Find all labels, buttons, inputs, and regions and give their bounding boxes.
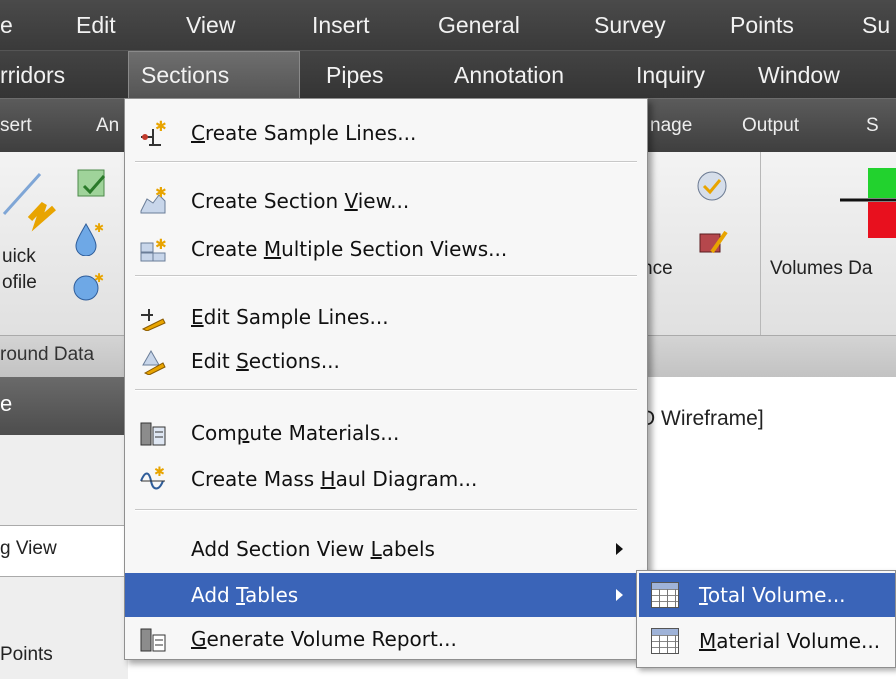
menu-item-label: Create Multiple Section Views... xyxy=(191,237,508,261)
edit-tool-icon[interactable] xyxy=(694,224,734,260)
menu-annotation[interactable]: Annotation xyxy=(454,51,564,99)
table-icon xyxy=(651,628,679,654)
drop-add-icon[interactable]: ✱ xyxy=(72,270,112,306)
check-icon[interactable] xyxy=(694,168,734,204)
edit-sections-icon xyxy=(142,349,166,375)
menu-item-add-tables[interactable]: Add Tables xyxy=(125,573,647,617)
surface-icon[interactable] xyxy=(74,166,114,202)
submenu-item-label: Total Volume... xyxy=(699,583,846,607)
quick-profile-label-2: ofile xyxy=(2,272,37,293)
volumes-dashboard-label: Volumes Da xyxy=(770,258,873,279)
edit-sample-lines-icon xyxy=(141,309,166,331)
tab-output[interactable]: Output xyxy=(742,99,799,153)
menu-item-compute-materials[interactable]: Compute Materials... xyxy=(125,411,647,455)
mass-haul-icon: ✱ xyxy=(140,465,165,490)
tab-insert[interactable]: sert xyxy=(0,99,32,153)
menu-item-add-section-view-labels[interactable]: Add Section View Labels xyxy=(125,527,647,571)
submenu-arrow-icon xyxy=(616,589,623,601)
menu-item-label: Add Tables xyxy=(191,583,299,607)
svg-text:✱: ✱ xyxy=(94,221,104,235)
menu-item-label: Create Mass Haul Diagram... xyxy=(191,467,478,491)
viewport-style-label[interactable]: D Wireframe] xyxy=(640,407,764,431)
create-section-view-icon: ✱ xyxy=(140,187,167,214)
menu-item-create-multiple-section-views[interactable]: ✱ Create Multiple Section Views... xyxy=(125,227,647,271)
menu-item-label: Create Sample Lines... xyxy=(191,121,417,145)
submenu-arrow-icon xyxy=(616,543,623,555)
sections-menu: ✱ Create Sample Lines... ✱ Create Sectio… xyxy=(124,98,648,660)
menu-item-create-mass-haul-diagram[interactable]: ✱ Create Mass Haul Diagram... xyxy=(125,457,647,501)
menu-item-edit-sample-lines[interactable]: Edit Sample Lines... xyxy=(125,295,647,339)
svg-text:✱: ✱ xyxy=(94,271,104,285)
svg-text:✱: ✱ xyxy=(155,237,167,253)
menu-inquiry[interactable]: Inquiry xyxy=(636,51,705,99)
menu-insert[interactable]: Insert xyxy=(312,0,370,50)
submenu-item-label: Material Volume... xyxy=(699,629,881,653)
svg-text:✱: ✱ xyxy=(154,465,165,480)
menu-pipes[interactable]: Pipes xyxy=(326,51,384,99)
svg-text:✱: ✱ xyxy=(155,119,167,135)
tab-manage[interactable]: nage xyxy=(650,99,692,153)
menu-item-label: Generate Volume Report... xyxy=(191,627,457,651)
menu-surfaces-fragment[interactable]: Su xyxy=(862,0,890,50)
palette-header: e xyxy=(0,377,128,435)
volumes-dashboard-icon[interactable] xyxy=(836,164,896,244)
menu-separator xyxy=(135,161,637,163)
points-label: Points xyxy=(0,644,53,665)
menu-item-label: Edit Sections... xyxy=(191,349,340,373)
palette-title: e xyxy=(0,391,13,416)
svg-text:✱: ✱ xyxy=(155,187,167,201)
compute-materials-icon xyxy=(140,422,166,446)
menu-edit[interactable]: Edit xyxy=(76,0,116,50)
volume-report-icon xyxy=(140,628,166,652)
menu-separator xyxy=(135,509,637,511)
menu-sections[interactable]: Sections xyxy=(128,51,300,99)
menubar-top: e Edit View Insert General Survey Points… xyxy=(0,0,896,50)
menu-general[interactable]: General xyxy=(438,0,520,50)
menu-file-fragment[interactable]: e xyxy=(0,0,13,50)
menu-item-generate-volume-report[interactable]: Generate Volume Report... xyxy=(125,617,647,661)
tables-submenu: Total Volume... Material Volume... xyxy=(636,570,896,668)
menu-item-label: Add Section View Labels xyxy=(191,537,435,561)
menu-separator xyxy=(135,275,637,277)
ground-data-label: round Data xyxy=(0,344,95,365)
view-row-label: g View xyxy=(0,538,57,559)
create-sample-lines-icon: ✱ xyxy=(141,119,167,146)
menu-item-edit-sections[interactable]: Edit Sections... xyxy=(125,339,647,383)
drop-icon[interactable]: ✱ xyxy=(72,220,112,256)
menu-item-create-section-view[interactable]: ✱ Create Section View... xyxy=(125,179,647,223)
menu-item-create-sample-lines[interactable]: ✱ Create Sample Lines... xyxy=(125,111,647,155)
quick-profile-label: uick xyxy=(2,246,36,267)
submenu-item-material-volume[interactable]: Material Volume... xyxy=(639,619,895,663)
view-row[interactable]: g View xyxy=(0,525,128,577)
menubar-bottom: rridors Sections Pipes Annotation Inquir… xyxy=(0,50,896,99)
menu-view[interactable]: View xyxy=(186,0,235,50)
menu-survey[interactable]: Survey xyxy=(594,0,666,50)
menu-corridors[interactable]: rridors xyxy=(0,51,65,99)
table-icon xyxy=(651,582,679,608)
tab-analyze[interactable]: An xyxy=(96,99,119,153)
menu-item-label: Create Section View... xyxy=(191,189,410,213)
submenu-item-total-volume[interactable]: Total Volume... xyxy=(639,573,895,617)
menu-points[interactable]: Points xyxy=(730,0,794,50)
create-multiple-section-views-icon: ✱ xyxy=(140,237,167,262)
menu-item-label: Compute Materials... xyxy=(191,421,400,445)
menu-item-label: Edit Sample Lines... xyxy=(191,305,389,329)
tab-s[interactable]: S xyxy=(866,99,879,153)
menu-window[interactable]: Window xyxy=(758,51,840,99)
menu-separator xyxy=(135,389,637,391)
